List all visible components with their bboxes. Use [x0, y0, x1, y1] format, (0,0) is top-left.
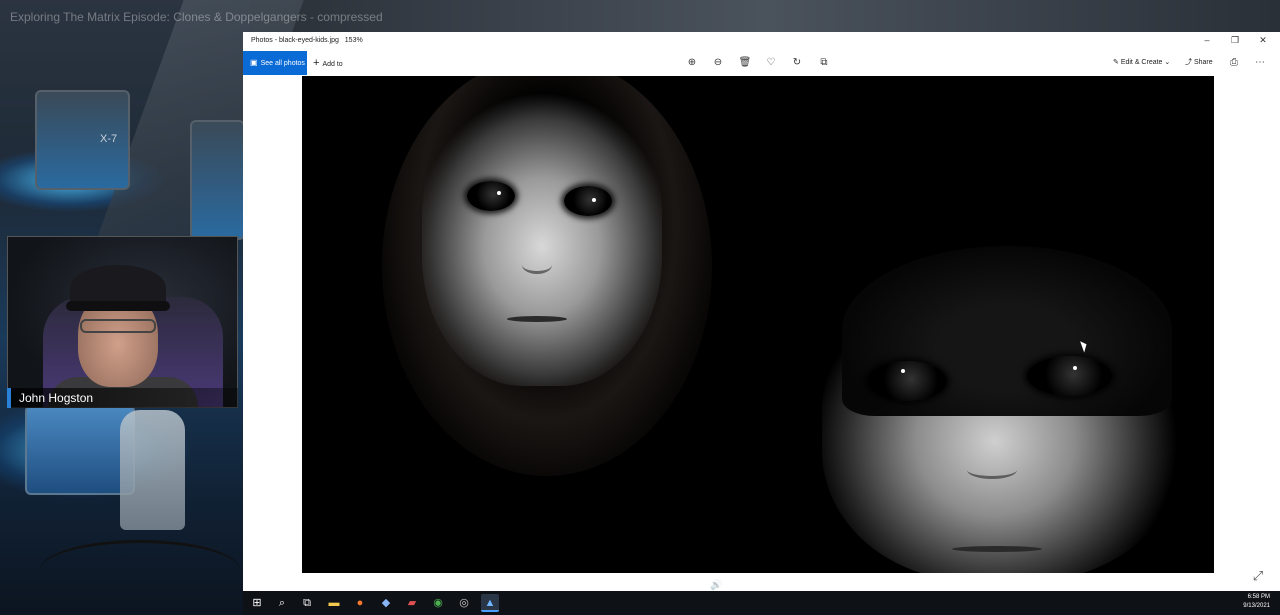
zoom-out-icon[interactable]: ⊖ — [710, 55, 726, 71]
background-figure — [120, 410, 185, 530]
background-pod — [190, 120, 245, 240]
stop-icon[interactable]: ■ — [550, 580, 556, 591]
firefox-icon[interactable]: ● — [351, 594, 369, 612]
more-options-icon[interactable]: ⋯ — [1252, 55, 1268, 71]
photos-icon[interactable]: ▲ — [481, 594, 499, 612]
webcam-name-tag: John Hogston — [7, 388, 238, 408]
see-all-photos-button[interactable]: ▣ See all photos — [243, 51, 307, 75]
nose — [522, 256, 552, 274]
app-icon[interactable]: ◆ — [377, 594, 395, 612]
previous-icon[interactable]: ⏮ — [590, 580, 599, 591]
maximize-button[interactable]: ❐ — [1224, 35, 1246, 49]
black-eye — [867, 361, 947, 401]
photo-viewer-image[interactable] — [302, 76, 1214, 573]
black-eye — [467, 181, 515, 211]
search-icon[interactable]: ⌕ — [273, 594, 291, 612]
background-pod — [25, 405, 135, 495]
minimize-button[interactable]: – — [1196, 35, 1218, 49]
windows-taskbar: ⊞ ⌕ ⧉ ▬ ● ◆ ▰ ◉ ◎ ▲ 6:58 PM 9/13/2021 — [243, 591, 1280, 615]
clock-date: 9/13/2021 — [1243, 603, 1270, 609]
black-eye — [564, 186, 612, 216]
background-ceiling — [250, 0, 1280, 32]
print-icon[interactable]: ⎙ — [1226, 55, 1242, 71]
photos-titlebar: Photos - black-eyed-kids.jpg 153% – ❐ ✕ — [243, 32, 1280, 51]
black-eye — [1027, 356, 1112, 396]
volume-icon[interactable]: 🔊 — [710, 580, 722, 591]
gallery-icon: ▣ — [250, 58, 258, 67]
webcam-feed — [7, 236, 238, 408]
obs-icon[interactable]: ◎ — [455, 594, 473, 612]
crop-icon[interactable]: ⧉ — [816, 55, 832, 71]
mouth — [952, 546, 1042, 552]
taskbar-clock[interactable]: 6:58 PM 9/13/2021 — [1243, 593, 1270, 611]
window-title: Photos - black-eyed-kids.jpg 153% — [251, 37, 363, 44]
nose — [967, 461, 1017, 479]
close-button[interactable]: ✕ — [1252, 35, 1274, 49]
pod-label: X-7 — [100, 133, 118, 145]
photos-app-window: Photos - black-eyed-kids.jpg 153% – ❐ ✕ … — [243, 32, 1280, 592]
task-view-icon[interactable]: ⧉ — [298, 594, 316, 612]
fullscreen-icon[interactable]: ⤢ — [1248, 566, 1268, 586]
rotate-icon[interactable]: ↻ — [789, 55, 805, 71]
photos-toolbar: ▣ See all photos + Add to ⊕ ⊖ 🗑 ♡ ↻ ⧉ ✎ Ed… — [243, 51, 1280, 75]
glasses — [80, 319, 156, 333]
zoom-level: 153% — [344, 37, 363, 44]
edit-create-button[interactable]: ✎ Edit & Create ⌄ — [1113, 51, 1170, 75]
video-title: Exploring The Matrix Episode: Clones & D… — [10, 10, 383, 24]
video-time: 13:00 — [410, 580, 436, 591]
start-icon[interactable]: ⊞ — [248, 594, 266, 612]
girl-face — [422, 76, 662, 386]
app-icon[interactable]: ▰ — [403, 594, 421, 612]
next-icon[interactable]: ⏭ — [670, 580, 679, 591]
mouth — [507, 316, 567, 322]
trash-icon[interactable]: 🗑 — [737, 55, 753, 71]
cap-brim — [66, 301, 170, 311]
plus-icon: + — [313, 57, 320, 69]
share-button[interactable]: ⤴ Share — [1185, 51, 1213, 75]
heart-icon[interactable]: ♡ — [763, 55, 779, 71]
zoom-in-icon[interactable]: ⊕ — [684, 55, 700, 71]
file-explorer-icon[interactable]: ▬ — [325, 594, 343, 612]
add-to-button[interactable]: + Add to — [313, 51, 343, 75]
chrome-icon[interactable]: ◉ — [429, 594, 447, 612]
background-cable — [40, 540, 240, 600]
clock-time: 6:58 PM — [1247, 594, 1270, 600]
